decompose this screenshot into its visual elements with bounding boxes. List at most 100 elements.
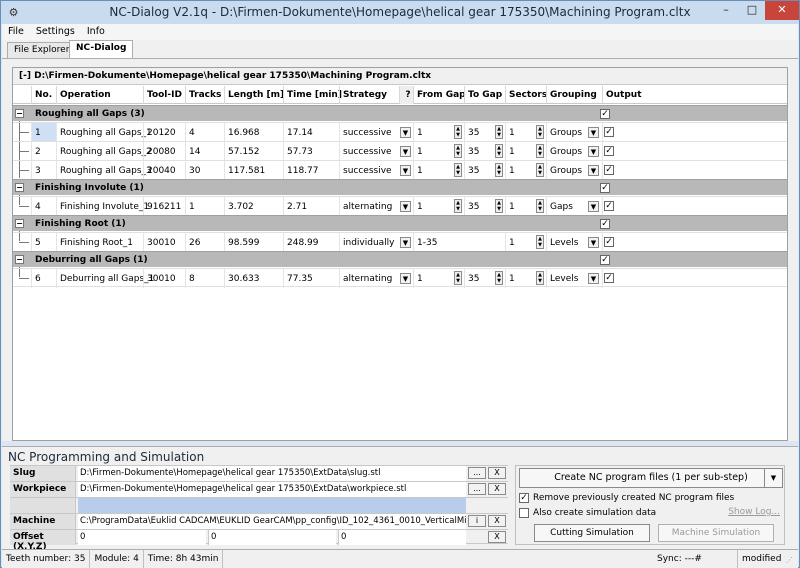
cell-tool-id[interactable]: 20040 [143,161,185,180]
close-button[interactable]: ✕ [765,1,799,20]
col-tool-id[interactable]: Tool-ID [143,86,185,104]
table-row[interactable]: 1 Roughing all Gaps_1 20120 4 16.968 17.… [13,122,787,142]
spinner-icon[interactable]: ▲ ▼ [454,199,462,213]
chevron-down-icon[interactable]: ▼ [588,165,599,176]
table-row[interactable]: 6 Deburring all Gaps_1 30010 8 30.633 77… [13,268,787,288]
collapse-icon[interactable]: − [15,219,24,228]
chevron-down-icon[interactable]: ▼ [588,237,599,248]
output-checkbox[interactable]: ✓ [600,183,610,193]
spinner-icon[interactable]: ▲ ▼ [495,199,503,213]
col-to-gap[interactable]: To Gap [464,86,505,104]
remove-previous-checkbox[interactable]: ✓ [519,492,529,503]
spinner-icon[interactable]: ▲ ▼ [536,144,544,158]
cell-no[interactable]: 3 [31,161,56,180]
output-checkbox[interactable]: ✓ [604,201,614,211]
program-path[interactable]: [-] D:\Firmen-Dokumente\Homepage\helical… [13,68,787,85]
output-checkbox[interactable]: ✓ [604,165,614,175]
group-roughing[interactable]: − Roughing all Gaps (3) ✓ [13,105,787,121]
cell-from-gap[interactable]: 1-35 [413,233,505,252]
offset-z-input[interactable]: 0 [338,530,466,545]
chevron-down-icon[interactable]: ▼ [588,146,599,157]
spinner-icon[interactable]: ▲ ▼ [536,125,544,139]
chevron-down-icon[interactable]: ▼ [400,201,411,212]
output-checkbox[interactable]: ✓ [600,109,610,119]
col-help[interactable]: ? [399,86,413,104]
chevron-down-icon[interactable]: ▼ [400,273,411,284]
spinner-icon[interactable]: ▲ ▼ [495,144,503,158]
col-from-gap[interactable]: From Gap [413,86,466,104]
collapse-icon[interactable]: − [15,183,24,192]
spinner-icon[interactable]: ▲ ▼ [536,235,544,249]
cell-tracks[interactable]: 1 [185,197,224,216]
col-length[interactable]: Length [m] [224,86,284,104]
col-no[interactable]: No. [31,86,56,104]
cell-no[interactable]: 5 [31,233,56,252]
table-row[interactable]: 5 Finishing Root_1 30010 26 98.599 248.9… [13,232,787,252]
workpiece-input[interactable]: D:\Firmen-Dokumente\Homepage\helical gea… [78,482,466,497]
offset-y-input[interactable]: 0 [208,530,336,545]
simulation-data-option[interactable]: Also create simulation data [519,506,656,519]
cell-tracks[interactable]: 30 [185,161,224,180]
cell-operation[interactable]: Roughing all Gaps_2 [56,142,152,161]
cell-operation[interactable]: Deburring all Gaps_1 [56,269,154,288]
cell-tracks[interactable]: 4 [185,123,224,142]
minimize-button[interactable]: – [713,1,739,20]
output-checkbox[interactable]: ✓ [604,146,614,156]
spinner-icon[interactable]: ▲ ▼ [495,271,503,285]
cell-tool-id[interactable]: 30010 [143,233,185,252]
col-strategy[interactable]: Strategy [339,86,399,104]
output-checkbox[interactable]: ✓ [604,273,614,283]
machine-simulation-button[interactable]: Machine Simulation [658,524,774,542]
cell-tool-id[interactable]: 30010 [143,269,185,288]
create-nc-button[interactable]: Create NC program files (1 per sub-step)… [519,468,783,488]
slug-input[interactable]: D:\Firmen-Dokumente\Homepage\helical gea… [78,466,466,481]
offset-x-input[interactable]: 0 [78,530,206,545]
simulation-data-checkbox[interactable] [519,507,529,518]
remove-previous-option[interactable]: ✓ Remove previously created NC program f… [519,491,734,504]
output-checkbox[interactable]: ✓ [600,255,610,265]
browse-button[interactable]: ... [468,467,486,479]
cell-tracks[interactable]: 14 [185,142,224,161]
selected-field[interactable] [78,498,466,513]
chevron-down-icon[interactable]: ▼ [400,146,411,157]
group-deburring[interactable]: − Deburring all Gaps (1) ✓ [13,251,787,267]
spinner-icon[interactable]: ▲ ▼ [536,199,544,213]
collapse-icon[interactable]: − [15,255,24,264]
col-operation[interactable]: Operation [56,86,143,104]
tab-nc-dialog[interactable]: NC-Dialog [69,40,134,58]
spinner-icon[interactable]: ▲ ▼ [454,163,462,177]
menu-file[interactable]: File [2,24,30,40]
clear-button[interactable]: X [488,531,506,543]
chevron-down-icon[interactable]: ▼ [588,127,599,138]
output-checkbox[interactable]: ✓ [600,219,610,229]
machine-input[interactable]: C:\ProgramData\Euklid CADCAM\EUKLID Gear… [78,514,466,529]
cell-tool-id[interactable]: 916211 [143,197,185,216]
spinner-icon[interactable]: ▲ ▼ [536,163,544,177]
clear-button[interactable]: X [488,483,506,495]
col-grouping[interactable]: Grouping [546,86,602,104]
info-button[interactable]: i [468,515,486,527]
col-sectors[interactable]: Sectors [505,86,547,104]
menu-info[interactable]: Info [81,24,111,40]
maximize-button[interactable]: □ [739,1,765,20]
col-output[interactable]: Output [602,86,787,104]
chevron-down-icon[interactable]: ▼ [400,165,411,176]
chevron-down-icon[interactable]: ▼ [400,237,411,248]
cell-no[interactable]: 2 [31,142,56,161]
cell-tool-id[interactable]: 20080 [143,142,185,161]
col-time[interactable]: Time [min] [283,86,342,104]
cell-tracks[interactable]: 8 [185,269,224,288]
cell-tool-id[interactable]: 20120 [143,123,185,142]
chevron-down-icon[interactable]: ▼ [588,273,599,284]
spinner-icon[interactable]: ▲ ▼ [495,163,503,177]
cell-operation[interactable]: Finishing Root_1 [56,233,143,252]
cell-no[interactable]: 1 [31,123,56,142]
cell-operation[interactable]: Roughing all Gaps_3 [56,161,152,180]
group-finishing-involute[interactable]: − Finishing Involute (1) ✓ [13,179,787,195]
chevron-down-icon[interactable]: ▼ [588,201,599,212]
spinner-icon[interactable]: ▲ ▼ [454,144,462,158]
cell-operation[interactable]: Roughing all Gaps_1 [56,123,152,142]
spinner-icon[interactable]: ▲ ▼ [495,125,503,139]
group-finishing-root[interactable]: − Finishing Root (1) ✓ [13,215,787,231]
cell-operation[interactable]: Finishing Involute_1 [56,197,149,216]
